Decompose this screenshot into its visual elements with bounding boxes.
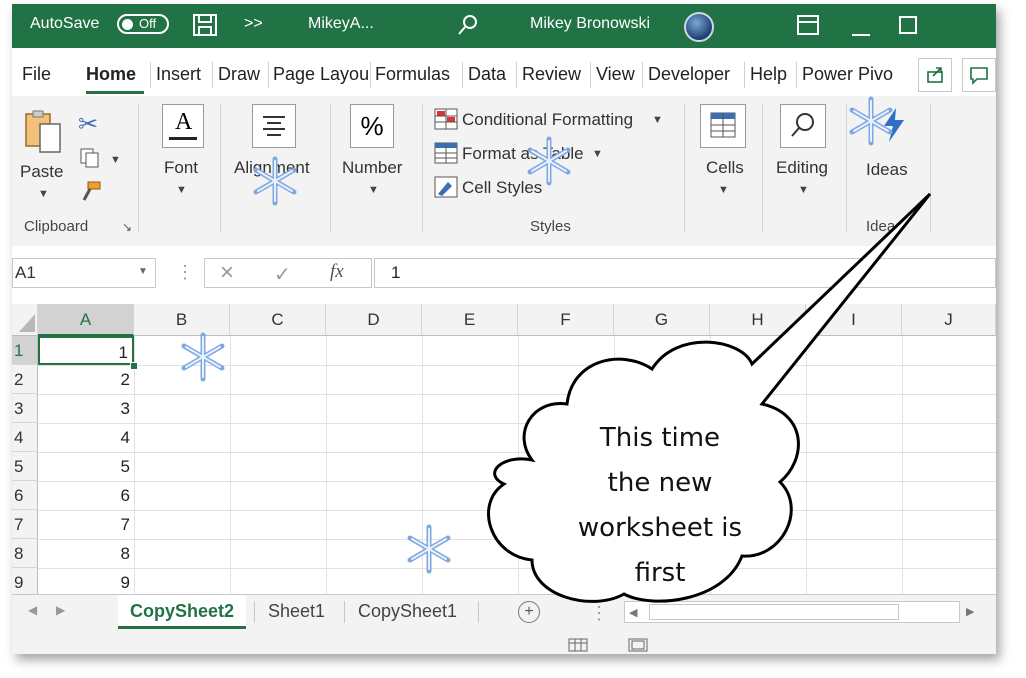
- snowflake-icon: [527, 136, 571, 186]
- callout-line: first: [634, 558, 686, 588]
- snowflake-icon: [849, 96, 893, 146]
- callout-line: worksheet is: [577, 513, 743, 543]
- callout-line: the new: [607, 468, 713, 498]
- excel-window: AutoSave Off >> MikeyA... Mikey Bronowsk…: [12, 4, 996, 654]
- callout-text: This time the new worksheet is first: [560, 416, 760, 596]
- snowflake-icon: [181, 332, 225, 382]
- snowflake-icon: [253, 156, 297, 206]
- snowflake-icon: [407, 524, 451, 574]
- callout-line: This time: [599, 423, 721, 453]
